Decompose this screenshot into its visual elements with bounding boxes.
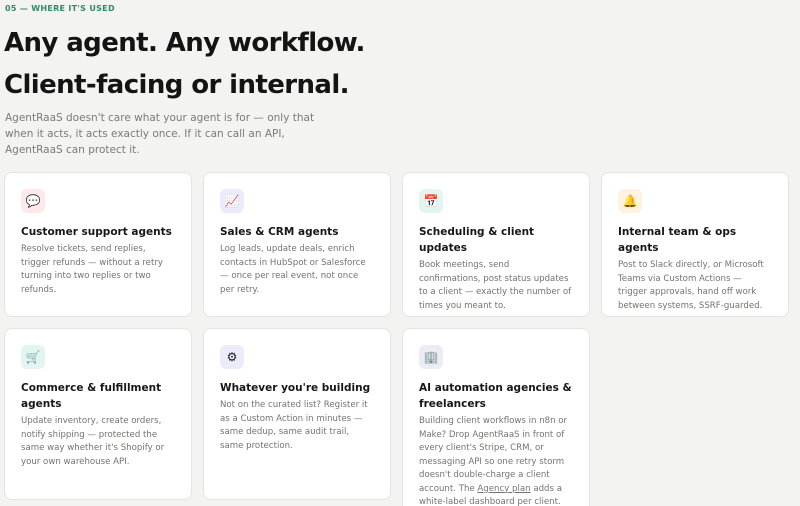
card-title: AI automation agencies & freelancers xyxy=(419,382,572,410)
use-case-card-custom: ⚙ Whatever you're building Not on the cu… xyxy=(203,328,391,500)
card-description: Update inventory, create orders, notify … xyxy=(21,416,165,467)
speech-bubble-icon: 💬 xyxy=(21,189,45,213)
use-case-card-commerce: 🛒 Commerce & fulfillment agents Update i… xyxy=(4,328,192,500)
use-case-card-sales-crm: 📈 Sales & CRM agents Log leads, update d… xyxy=(203,172,391,317)
bell-icon: 🔔 xyxy=(618,189,642,213)
card-description: Resolve tickets, send replies, trigger r… xyxy=(21,244,163,295)
shopping-cart-icon: 🛒 xyxy=(21,345,45,369)
card-description: Not on the curated list? Register it as … xyxy=(220,400,368,451)
use-cases-section: 05 — WHERE IT'S USED Any agent. Any work… xyxy=(0,0,800,506)
card-description: Log leads, update deals, enrich contacts… xyxy=(220,244,366,295)
card-description: Building client workflows in n8n or Make… xyxy=(419,415,573,506)
card-title: Commerce & fulfillment agents xyxy=(21,382,162,410)
use-case-card-agencies: 🏢 AI automation agencies & freelancers B… xyxy=(402,328,590,506)
trending-chart-icon: 📈 xyxy=(220,189,244,213)
section-subtitle: AgentRaaS doesn't care what your agent i… xyxy=(5,112,315,156)
card-title: Sales & CRM agents xyxy=(220,226,339,238)
card-title: Customer support agents xyxy=(21,226,172,238)
card-description: Book meetings, send confirmations, post … xyxy=(419,260,572,311)
card-title: Whatever you're building xyxy=(220,382,371,394)
use-case-card-scheduling: 📅 Scheduling & client updates Book meeti… xyxy=(402,172,590,317)
agency-plan-link[interactable]: Agency plan xyxy=(477,484,530,494)
section-eyebrow: 05 — WHERE IT'S USED xyxy=(5,4,115,13)
use-case-card-internal-ops: 🔔 Internal team & ops agents Post to Sla… xyxy=(601,172,789,317)
office-building-icon: 🏢 xyxy=(419,345,443,369)
use-case-card-customer-support: 💬 Customer support agents Resolve ticket… xyxy=(4,172,192,317)
card-description: Post to Slack directly, or Microsoft Tea… xyxy=(618,260,764,311)
card-title: Scheduling & client updates xyxy=(419,226,535,254)
gear-icon: ⚙ xyxy=(220,345,244,369)
calendar-icon: 📅 xyxy=(419,189,443,213)
card-title: Internal team & ops agents xyxy=(618,226,737,254)
section-headline: Any agent. Any workflow. Client-facing o… xyxy=(4,28,365,100)
card-description-text: Building client workflows in n8n or Make… xyxy=(419,416,568,494)
